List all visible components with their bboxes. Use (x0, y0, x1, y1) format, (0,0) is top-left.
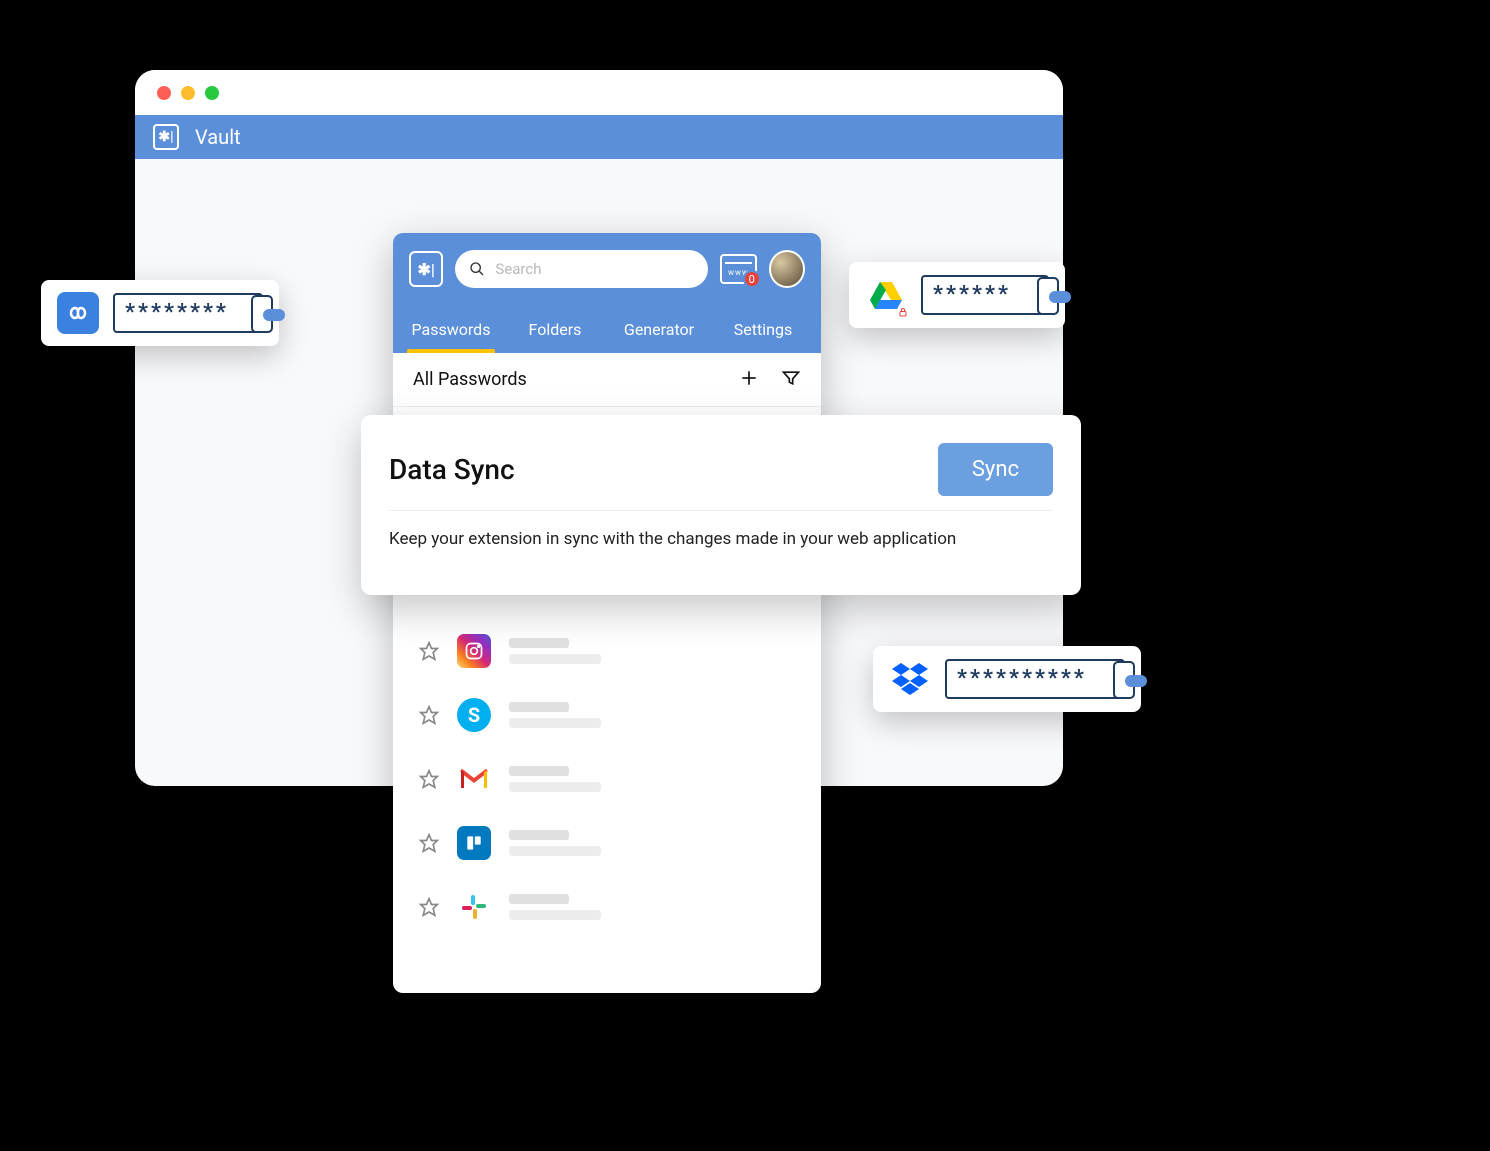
app-header: ✱| Vault (135, 115, 1063, 159)
data-sync-card: Data Sync Sync Keep your extension in sy… (361, 415, 1081, 595)
slack-icon (457, 890, 491, 924)
password-field: ****** (921, 275, 1049, 315)
star-icon[interactable] (419, 641, 439, 661)
search-icon (469, 261, 485, 277)
star-icon[interactable] (419, 897, 439, 917)
password-masked: ********** (957, 668, 1087, 690)
password-card-infinity: ******** (41, 280, 279, 346)
extension-popup: ✱| www 0 Passwords Folders Generator Set… (393, 233, 821, 993)
password-card-drive: ****** (849, 262, 1065, 328)
star-icon[interactable] (419, 833, 439, 853)
instagram-icon (457, 634, 491, 668)
add-button[interactable] (739, 368, 759, 392)
search-box[interactable] (455, 250, 708, 288)
tab-settings[interactable]: Settings (711, 305, 815, 353)
avatar[interactable] (769, 250, 805, 288)
list-title: All Passwords (413, 369, 527, 390)
badge-count: 0 (743, 270, 761, 288)
extension-tabs: Passwords Folders Generator Settings (393, 305, 821, 353)
lock-icon (897, 306, 909, 318)
extension-header: ✱| www 0 (393, 233, 821, 305)
password-masked: ******** (125, 302, 229, 324)
maximize-dot[interactable] (205, 86, 219, 100)
sync-button[interactable]: Sync (938, 443, 1053, 496)
dropbox-icon (889, 658, 931, 700)
infinity-icon (57, 292, 99, 334)
app-title: Vault (195, 125, 241, 149)
tab-folders[interactable]: Folders (503, 305, 607, 353)
tab-passwords[interactable]: Passwords (399, 305, 503, 353)
skype-icon: S (457, 698, 491, 732)
site-badge[interactable]: www 0 (720, 254, 756, 284)
sync-description: Keep your extension in sync with the cha… (389, 529, 1053, 549)
list-item[interactable]: S (393, 683, 821, 747)
search-input[interactable] (495, 260, 694, 278)
trello-icon (457, 826, 491, 860)
list-item[interactable] (393, 875, 821, 939)
password-field: ******** (113, 293, 263, 333)
vault-logo-icon: ✱| (153, 124, 179, 150)
close-dot[interactable] (157, 86, 171, 100)
toggle-knob (1125, 675, 1147, 687)
gmail-icon (457, 762, 491, 796)
toggle-knob (263, 309, 285, 321)
filter-button[interactable] (781, 368, 801, 392)
star-icon[interactable] (419, 705, 439, 725)
list-item[interactable] (393, 811, 821, 875)
password-masked: ****** (933, 284, 1011, 306)
list-header: All Passwords (393, 353, 821, 407)
tab-generator[interactable]: Generator (607, 305, 711, 353)
password-field: ********** (945, 659, 1125, 699)
list-item[interactable] (393, 747, 821, 811)
sync-title: Data Sync (389, 453, 515, 486)
password-list: S (393, 607, 821, 951)
list-item[interactable] (393, 619, 821, 683)
window-controls (135, 70, 1063, 115)
toggle-knob (1049, 291, 1071, 303)
minimize-dot[interactable] (181, 86, 195, 100)
password-card-dropbox: ********** (873, 646, 1141, 712)
star-icon[interactable] (419, 769, 439, 789)
extension-logo-icon: ✱| (409, 251, 443, 287)
